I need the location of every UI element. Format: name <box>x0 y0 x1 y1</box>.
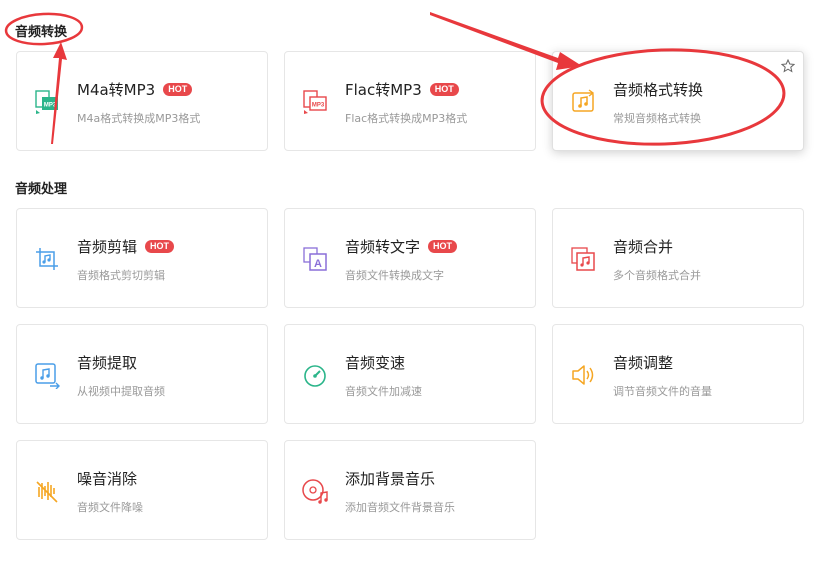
card-background-music[interactable]: 添加背景音乐 添加音频文件背景音乐 <box>284 440 536 540</box>
noise-reduction-icon <box>33 477 61 505</box>
card-title: 添加背景音乐 <box>345 470 436 488</box>
m4a-to-mp3-icon: MP3 <box>33 88 61 116</box>
audio-extract-icon <box>33 361 61 389</box>
card-audio-extract[interactable]: 音频提取 从视频中提取音频 <box>16 324 268 424</box>
svg-text:MP3: MP3 <box>44 103 57 109</box>
card-title: 音频剪辑 <box>77 238 138 256</box>
card-audio-to-text[interactable]: A 音频转文字 HOT 音频文件转换成文字 <box>284 208 536 308</box>
card-volume-adjust[interactable]: 音频调整 调节音频文件的音量 <box>552 324 804 424</box>
card-flac-to-mp3[interactable]: MP3 Flac转MP3 HOT Flac格式转换成MP3格式 <box>284 51 536 151</box>
card-title: 音频变速 <box>345 354 406 372</box>
card-desc: 音频格式剪切剪辑 <box>77 269 165 282</box>
audio-merge-icon <box>569 245 597 273</box>
card-audio-speed[interactable]: 音频变速 音频文件加减速 <box>284 324 536 424</box>
star-icon[interactable] <box>780 58 796 73</box>
card-desc: 音频文件转换成文字 <box>345 269 444 282</box>
card-desc: 常规音频格式转换 <box>613 112 701 125</box>
card-title: M4a转MP3 <box>77 81 156 99</box>
svg-text:A: A <box>314 258 322 270</box>
card-desc: 调节音频文件的音量 <box>613 385 712 398</box>
section-title-audio-convert: 音频转换 <box>15 25 68 40</box>
card-title: 音频合并 <box>613 238 674 256</box>
svg-text:MP3: MP3 <box>312 103 325 109</box>
card-desc: 音频文件降噪 <box>77 501 143 514</box>
card-desc: 添加音频文件背景音乐 <box>345 501 455 514</box>
card-desc: 多个音频格式合并 <box>613 269 701 282</box>
card-desc: 音频文件加减速 <box>345 385 422 398</box>
hot-badge: HOT <box>145 240 175 253</box>
card-audio-cut[interactable]: 音频剪辑 HOT 音频格式剪切剪辑 <box>16 208 268 308</box>
hot-badge: HOT <box>428 240 458 253</box>
card-title: 音频格式转换 <box>613 81 704 99</box>
card-noise-reduction[interactable]: 噪音消除 音频文件降噪 <box>16 440 268 540</box>
card-m4a-to-mp3[interactable]: MP3 M4a转MP3 HOT M4a格式转换成MP3格式 <box>16 51 268 151</box>
card-title: 音频调整 <box>613 354 674 372</box>
card-title: Flac转MP3 <box>345 81 422 99</box>
background-music-icon <box>301 477 329 505</box>
card-audio-format-convert[interactable]: 音频格式转换 常规音频格式转换 <box>552 51 804 151</box>
section-title-audio-process: 音频处理 <box>15 182 68 197</box>
audio-cut-icon <box>33 245 61 273</box>
flac-to-mp3-icon: MP3 <box>301 88 329 116</box>
card-desc: 从视频中提取音频 <box>77 385 165 398</box>
hot-badge: HOT <box>163 83 193 96</box>
card-audio-merge[interactable]: 音频合并 多个音频格式合并 <box>552 208 804 308</box>
card-title: 音频转文字 <box>345 238 421 256</box>
audio-to-text-icon: A <box>301 245 329 273</box>
hot-badge: HOT <box>429 83 459 96</box>
audio-format-convert-icon <box>569 88 597 116</box>
card-title: 音频提取 <box>77 354 138 372</box>
audio-speed-icon <box>301 361 329 389</box>
card-desc: M4a格式转换成MP3格式 <box>77 112 201 125</box>
card-desc: Flac格式转换成MP3格式 <box>345 112 468 125</box>
card-title: 噪音消除 <box>77 470 138 488</box>
volume-icon <box>569 361 597 389</box>
